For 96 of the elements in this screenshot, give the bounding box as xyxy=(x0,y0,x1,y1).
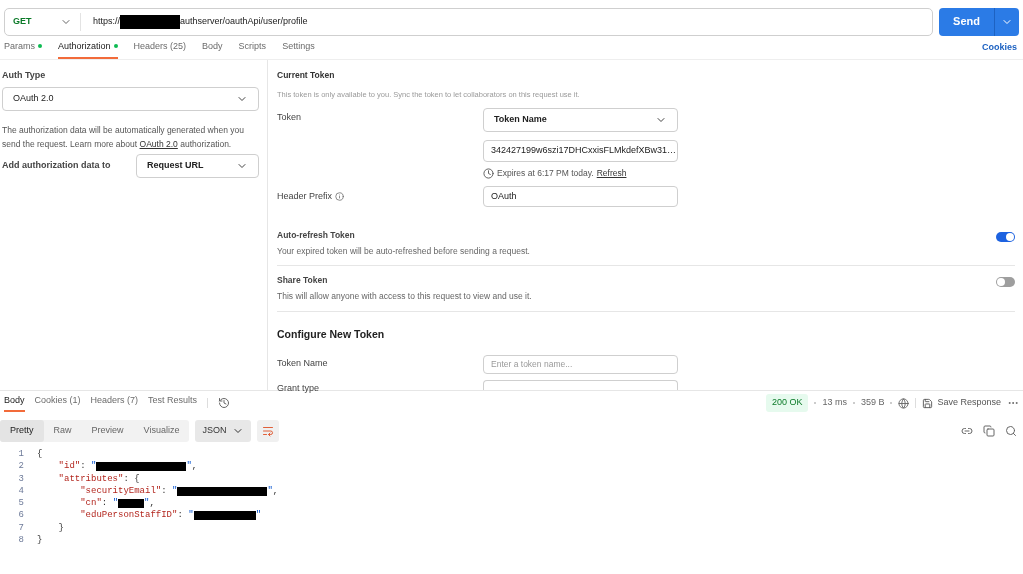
send-options-button[interactable] xyxy=(994,7,1019,36)
line-number: 6 xyxy=(17,509,24,522)
code-token: " xyxy=(112,497,119,510)
line-number: 2 xyxy=(17,460,24,473)
code-token: : xyxy=(177,509,184,522)
field-label: Token Name xyxy=(277,356,329,370)
request-tab[interactable]: Scripts xyxy=(238,39,267,59)
code-token: , xyxy=(191,460,198,473)
globe-icon[interactable] xyxy=(898,397,910,409)
setting-title: Share Token xyxy=(277,274,329,287)
line-number: 7 xyxy=(17,521,24,535)
redaction-block xyxy=(118,498,145,508)
docs-link[interactable]: OAuth 2.0 xyxy=(139,138,178,149)
search-icon[interactable] xyxy=(1005,425,1017,437)
save-response-button[interactable]: Save Response xyxy=(922,396,1001,410)
setting-description: Your expired token will be auto-refreshed before sending a request. xyxy=(277,244,530,258)
code-token: " xyxy=(267,484,273,498)
status-badge: 200 OK xyxy=(765,394,809,412)
method-select[interactable]: GET xyxy=(5,12,81,31)
auth-type-select[interactable]: OAuth 2.0 xyxy=(2,86,259,111)
field-label: Add authorization data to xyxy=(2,158,112,172)
response-tab[interactable]: Test Results xyxy=(148,394,198,412)
code-token: " xyxy=(91,460,97,473)
code-token: , xyxy=(149,497,155,510)
redaction-block xyxy=(193,511,256,521)
line-number: 5 xyxy=(17,497,24,510)
section-title: Current Token xyxy=(277,69,336,82)
header-prefix-field[interactable]: OAuth xyxy=(483,185,678,207)
wrap-button[interactable] xyxy=(257,420,280,442)
code-token: "cn" xyxy=(79,497,102,510)
code-token: , xyxy=(272,484,279,498)
request-tab[interactable]: Body xyxy=(202,39,223,59)
code-token: " xyxy=(186,460,192,473)
line-number: 3 xyxy=(17,472,24,485)
url-text: https:// xyxy=(92,14,120,28)
cookies-link[interactable]: Cookies xyxy=(982,40,1019,59)
token-select[interactable]: Token Name xyxy=(483,108,678,132)
view-tab[interactable]: Preview xyxy=(81,420,134,442)
code-token: : xyxy=(80,460,87,473)
description-text: The authorization data will be automatically generated when you send the request. Learn more about OAuth 2.0 authorization. xyxy=(2,123,245,151)
request-tab[interactable]: Headers (25) xyxy=(133,39,187,59)
history-icon[interactable] xyxy=(218,397,231,409)
url-text: authserver/oauthApi/user/profile xyxy=(180,14,308,28)
field-label: Grant type xyxy=(277,381,321,395)
wrap-icon xyxy=(262,425,275,437)
request-tab[interactable]: Params xyxy=(4,39,42,59)
clock-icon xyxy=(483,167,494,179)
url-bar[interactable]: GET https:// authserver/oauthApi/user/profile xyxy=(4,7,934,36)
code-token: "attributes" xyxy=(57,472,124,485)
link-icon[interactable] xyxy=(961,425,973,437)
toggle-switch[interactable] xyxy=(996,231,1015,242)
redaction-block xyxy=(120,14,180,29)
code-token: " xyxy=(172,484,178,498)
code-token: { xyxy=(37,448,43,461)
refresh-link[interactable]: Refresh xyxy=(596,167,627,180)
code-token: "securityEmail" xyxy=(79,484,162,498)
view-tab[interactable]: Pretty xyxy=(0,420,44,442)
add-to-select[interactable]: Request URL xyxy=(136,153,259,178)
save-icon xyxy=(922,397,934,409)
grant-type-field[interactable] xyxy=(483,379,678,390)
code-token: " xyxy=(255,509,262,522)
field-label: Header Prefix xyxy=(277,189,333,203)
view-tab[interactable]: Visualize xyxy=(133,420,190,442)
line-number: 4 xyxy=(17,484,24,498)
response-tab[interactable]: Headers (7) xyxy=(90,394,139,412)
format-select[interactable]: JSON xyxy=(195,420,252,442)
setting-description: This will allow anyone with access to this request to view and use it. xyxy=(277,290,532,303)
code-token: "eduPersonStaffID" xyxy=(79,509,178,522)
code-token: } xyxy=(57,521,64,535)
line-number: 1 xyxy=(17,448,24,461)
line-number: 8 xyxy=(17,534,24,547)
code-token: " xyxy=(188,509,194,522)
field-label: Auth Type xyxy=(2,69,47,82)
response-tab[interactable]: Cookies (1) xyxy=(34,394,81,412)
setting-title: Auto-refresh Token xyxy=(277,228,356,242)
send-button[interactable]: Send xyxy=(939,7,994,36)
info-icon xyxy=(335,191,345,201)
response-tab[interactable]: Body xyxy=(4,394,25,412)
token-field[interactable]: 342427199w6szi17DHCxxisFLMkdefXBw31… xyxy=(483,140,678,162)
expiry-text: Expires at 6:17 PM today. xyxy=(497,167,594,180)
code-token: : xyxy=(101,497,109,510)
copy-icon[interactable] xyxy=(983,425,995,437)
code-token: "id" xyxy=(57,460,81,473)
response-size: 359 B xyxy=(860,396,885,410)
request-tab[interactable]: Settings xyxy=(282,39,315,59)
code-token: : { xyxy=(123,472,140,485)
token-name-field[interactable]: Enter a token name... xyxy=(483,354,678,374)
toggle-switch[interactable] xyxy=(996,277,1015,288)
response-time: 13 ms xyxy=(822,396,847,410)
view-tab[interactable]: Raw xyxy=(43,420,82,442)
code-token: : xyxy=(161,484,168,498)
field-label: Token xyxy=(277,111,303,124)
code-token: " xyxy=(144,497,150,510)
section-title: Configure New Token xyxy=(277,327,385,340)
code-token: } xyxy=(37,534,43,547)
request-tab[interactable]: Authorization xyxy=(58,39,118,59)
